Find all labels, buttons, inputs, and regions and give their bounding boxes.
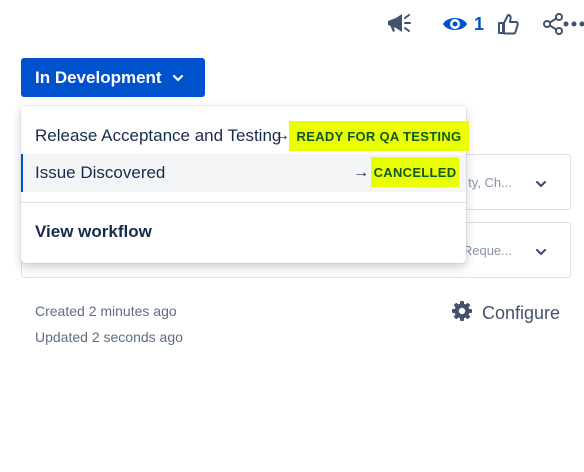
transition-name: Release Acceptance and Testing <box>35 126 282 145</box>
target-status-lozenge: CANCELLED <box>371 157 459 187</box>
field-summary: ty, Ch... <box>468 175 512 190</box>
thumbs-up-icon <box>497 13 519 35</box>
transition-item-issue-discovered[interactable]: Issue Discovered → CANCELLED <box>21 154 466 192</box>
more-actions-button[interactable] <box>563 6 584 42</box>
transition-name: Issue Discovered <box>35 163 166 182</box>
updated-timestamp: Updated 2 seconds ago <box>35 329 183 345</box>
feedback-button[interactable] <box>382 6 414 42</box>
chevron-down-icon <box>171 70 185 90</box>
chevron-down-icon <box>534 245 548 264</box>
megaphone-icon <box>385 13 411 35</box>
configure-label: Configure <box>482 302 561 323</box>
status-label: In Development <box>35 67 162 87</box>
chevron-down-icon <box>534 177 548 196</box>
watch-button[interactable]: 1 <box>438 6 488 42</box>
issue-toolbar: 1 <box>324 6 584 42</box>
view-workflow-link[interactable]: View workflow <box>35 222 152 242</box>
field-summary: Reque... <box>462 243 512 258</box>
arrow-right-icon: → <box>353 164 369 181</box>
created-timestamp: Created 2 minutes ago <box>35 303 177 319</box>
target-status-lozenge: READY FOR QA TESTING <box>289 121 469 151</box>
menu-divider <box>21 202 466 203</box>
gear-icon <box>451 300 473 327</box>
watch-count: 1 <box>473 13 484 34</box>
more-horizontal-icon <box>563 21 584 27</box>
eye-icon <box>442 15 468 33</box>
share-icon <box>542 13 564 35</box>
arrow-right-icon: → <box>274 127 290 144</box>
configure-button[interactable]: Configure <box>451 300 561 327</box>
status-transition-menu: Release Acceptance and Testing → READY F… <box>21 106 469 263</box>
transition-item-release-acceptance[interactable]: Release Acceptance and Testing → READY F… <box>21 117 469 155</box>
like-button[interactable] <box>492 6 524 42</box>
status-button[interactable]: In Development <box>21 58 205 97</box>
